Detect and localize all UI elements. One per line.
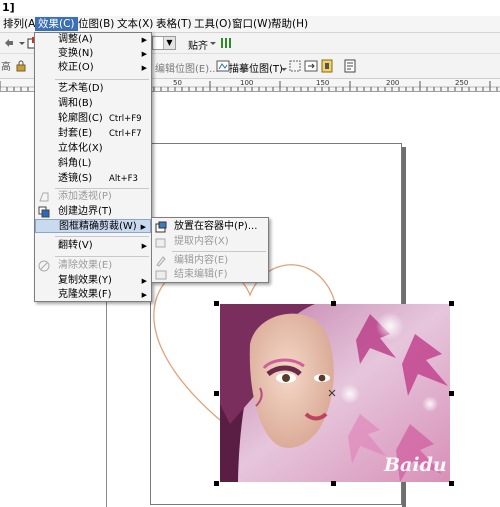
menu-help[interactable]: 帮助(H): [268, 17, 311, 31]
extract-icon: [155, 236, 167, 248]
properties-icon[interactable]: [344, 59, 358, 73]
submenu-arrow-icon: ▶: [141, 50, 147, 58]
ruler-mark: 50: [173, 79, 182, 87]
resample-icon[interactable]: [304, 59, 318, 73]
menu-effects[interactable]: 效果(C): [35, 17, 78, 31]
menu-item-adjust[interactable]: 调整(A) ▶: [35, 33, 151, 47]
menu-separator: [55, 236, 149, 237]
submenu-arrow-icon: ▶: [141, 291, 147, 299]
svg-text:高: 高: [1, 60, 11, 73]
submenu-arrow-icon: ▶: [141, 64, 147, 72]
window-title-bar: 1]: [0, 0, 500, 17]
watermark-brand: Baidu: [384, 454, 447, 476]
menu-item-flip[interactable]: 翻转(V) ▶: [35, 239, 151, 253]
menu-item-envelope[interactable]: 封套(E) Ctrl+F7: [35, 127, 151, 141]
menu-separator: [55, 188, 149, 189]
align-icon[interactable]: 高: [1, 59, 15, 73]
menu-tools[interactable]: 工具(O): [191, 17, 234, 31]
submenu-arrow-icon: ▶: [140, 223, 146, 231]
menu-item-artistic-media[interactable]: 艺术笔(D): [35, 82, 151, 96]
powerclip-submenu: 放置在容器中(P)... 提取内容(X) 编辑内容(E) 结束编辑(F): [151, 217, 269, 283]
submenu-arrow-icon: ▶: [141, 36, 147, 44]
ruler-mark: 200: [386, 79, 400, 87]
menu-item-powerclip[interactable]: 图框精确剪裁(W) ▶: [35, 219, 151, 233]
clear-effect-icon: [38, 260, 50, 272]
submenu-arrow-icon: ▶: [141, 242, 147, 250]
trace-bitmap-icon: [216, 59, 230, 73]
menu-item-finish-editing[interactable]: 结束编辑(F): [152, 268, 268, 282]
crop-bitmap-icon[interactable]: [288, 59, 302, 73]
menu-item-create-boundary[interactable]: 创建边界(T): [35, 205, 151, 219]
edit-bitmap-button[interactable]: 编辑位图(E)...: [155, 60, 219, 75]
trace-bitmap-button[interactable]: 描摹位图(T): [229, 60, 283, 75]
ruler-mark: 150: [316, 79, 330, 87]
menu-item-copy-effect[interactable]: 复制效果(Y) ▶: [35, 274, 151, 288]
menu-bar: 排列(A) 效果(C) 位图(B) 文本(X) 表格(T) 工具(O) 窗口(W…: [0, 16, 500, 33]
menu-item-transform[interactable]: 变换(N) ▶: [35, 47, 151, 61]
selection-handle[interactable]: [214, 301, 219, 306]
menu-bitmaps[interactable]: 位图(B): [75, 17, 117, 31]
ruler-mark: 250: [455, 79, 469, 87]
selection-handle[interactable]: [331, 301, 336, 306]
menu-item-place-inside-container[interactable]: 放置在容器中(P)...: [152, 220, 268, 234]
perspective-icon: [38, 191, 50, 203]
edit-contents-icon: [155, 255, 167, 267]
snap-to-label[interactable]: 贴齐: [188, 37, 208, 52]
chevron-down-icon: ▼: [163, 37, 175, 49]
menu-item-bevel[interactable]: 斜角(L): [35, 157, 151, 171]
watermark-cn: 经验: [458, 458, 489, 476]
menu-separator: [172, 251, 266, 252]
ruler-mark: 100: [240, 79, 254, 87]
selection-handle[interactable]: [449, 301, 454, 306]
menu-separator: [55, 79, 149, 80]
effects-menu: 调整(A) ▶ 变换(N) ▶ 校正(O) ▶ 艺术笔(D) 调和(B) 轮廓图(C)…: [34, 32, 152, 302]
undo-icon[interactable]: [2, 36, 16, 50]
boundary-icon: [38, 206, 50, 218]
menu-item-extract-contents[interactable]: 提取内容(X): [152, 235, 268, 249]
zoom-select[interactable]: ▼: [152, 36, 176, 50]
menu-item-add-perspective[interactable]: 添加透视(P): [35, 190, 151, 204]
baidu-watermark: Baidu 经验: [384, 452, 500, 482]
window-title: 1]: [2, 1, 15, 14]
menu-table[interactable]: 表格(T): [153, 17, 195, 31]
menu-item-clone-effect[interactable]: 克隆效果(F) ▶: [35, 288, 151, 302]
menu-item-edit-contents[interactable]: 编辑内容(E): [152, 254, 268, 268]
submenu-arrow-icon: ▶: [141, 277, 147, 285]
menu-text[interactable]: 文本(X): [114, 17, 156, 31]
options-icon[interactable]: [219, 36, 233, 50]
place-inside-icon: [155, 221, 167, 233]
lock-icon[interactable]: [14, 59, 28, 73]
center-marker-icon[interactable]: [328, 389, 336, 397]
menu-item-blend[interactable]: 调和(B): [35, 97, 151, 111]
selection-handle[interactable]: [214, 391, 219, 396]
finish-editing-icon: [155, 269, 167, 281]
selection-handle[interactable]: [449, 391, 454, 396]
selection-handle[interactable]: [331, 481, 336, 486]
menu-item-clear-effect[interactable]: 清除效果(E): [35, 259, 151, 273]
menu-item-contour[interactable]: 轮廓图(C) Ctrl+F9: [35, 112, 151, 126]
menu-separator: [55, 256, 149, 257]
bitmap-mask-icon[interactable]: [320, 59, 334, 73]
menu-item-lens[interactable]: 透镜(S) Alt+F3: [35, 172, 151, 186]
menu-item-correction[interactable]: 校正(O) ▶: [35, 61, 151, 75]
selection-handle[interactable]: [214, 481, 219, 486]
menu-item-extrude[interactable]: 立体化(X): [35, 142, 151, 156]
